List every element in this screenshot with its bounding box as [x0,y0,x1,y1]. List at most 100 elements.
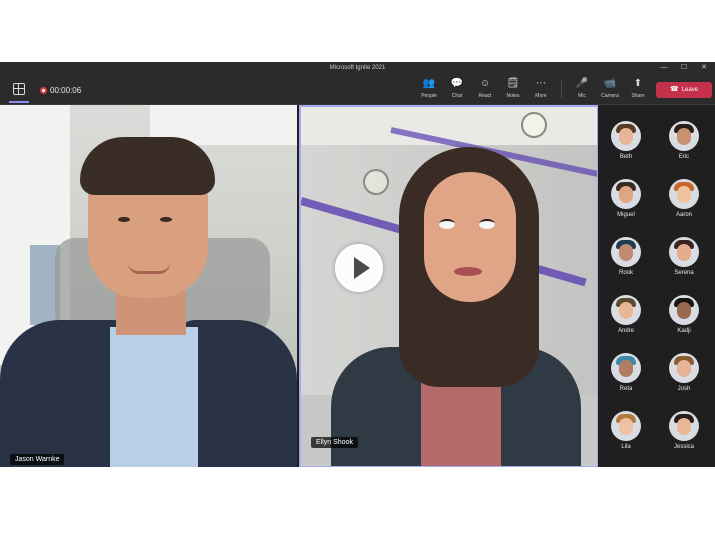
participant-name: Serena [674,270,694,276]
participant-name: Aaron [675,212,692,218]
chat-button[interactable]: 💬 Chat [443,78,471,104]
react-label: React [478,93,492,99]
participant-tile-andre[interactable]: Andre [601,291,651,341]
mic-icon: 🎤 [575,78,589,89]
avatar [611,121,641,151]
leave-button[interactable]: ☎ Leave [656,82,712,98]
person-shirt [110,327,198,467]
avatar-face [424,172,516,302]
participant-name: Rook [618,270,633,276]
avatar-face [677,186,691,203]
avatar [611,411,641,441]
participant-name: Jessica [673,444,694,450]
participant-tile-eric[interactable]: Eric [659,117,709,167]
title-bar: Microsoft Ignite 2021 — ☐ ✕ [0,62,715,74]
leave-label: Leave [681,87,699,93]
more-button[interactable]: ⋯ More [527,78,555,104]
participant-tile-aaron[interactable]: Aaron [659,175,709,225]
participant-tile-miguel[interactable]: Miguel [601,175,651,225]
avatar-eye-right [479,219,495,229]
participant-name-tag: Ellyn Shook [311,437,358,448]
participant-tile-rook[interactable]: Rook [601,233,651,283]
more-icon: ⋯ [536,78,546,89]
avatar-face [677,360,691,377]
participant-name: Kadji [677,328,691,334]
minimize-icon[interactable]: — [659,62,669,74]
person-mouth [128,263,170,274]
close-icon[interactable]: ✕ [699,62,709,74]
grid-icon-line-vertical [18,83,19,95]
avatar-lips [454,267,482,276]
layout-grid-button[interactable] [12,82,26,96]
person-hair [80,137,215,195]
mic-label: Mic [578,93,586,99]
participant-name: Reta [619,386,633,392]
avatar [669,353,699,383]
phone-hangup-icon: ☎ [669,86,679,93]
participant-name: Josh [677,386,691,392]
chat-icon: 💬 [450,78,464,89]
react-button[interactable]: ☺ React [471,78,499,104]
mic-button[interactable]: 🎤 Mic [568,78,596,104]
active-view-indicator [9,101,29,103]
avatar [669,237,699,267]
avatar-face [677,302,691,319]
toolbar-divider [561,80,562,98]
camera-label: Camera [601,93,619,99]
participant-tile-josh[interactable]: Josh [659,349,709,399]
participant-tile-serena[interactable]: Serena [659,233,709,283]
people-label: People [421,93,437,99]
avatar-eye-left [439,219,455,229]
grid-icon-line-horizontal [13,88,25,89]
person-eye-right [160,217,172,222]
avatar [611,179,641,209]
avatar-face [677,418,691,435]
participant-tile-jessica[interactable]: Jessica [659,407,709,457]
avatar [611,353,641,383]
avatar [669,179,699,209]
camera-button[interactable]: 📹 Camera [596,78,624,104]
share-label: Share [631,93,645,99]
window-title: Microsoft Ignite 2021 [329,65,386,71]
avatar [611,295,641,325]
avatar-face [677,128,691,145]
people-button[interactable]: 👥 People [415,78,443,104]
avatar-face [619,302,633,319]
window-controls: — ☐ ✕ [659,62,709,74]
people-icon: 👥 [422,78,436,89]
participant-tile-kadji[interactable]: Kadji [659,291,709,341]
meeting-toolbar: 00:00:06 👥 People 💬 Chat ☺ React 🗒 Notes… [0,74,715,105]
participants-gallery: Beth Eric Miguel Aaron Rook Serena Andre Kadji R… [598,105,715,467]
avatar [669,295,699,325]
react-icon: ☺ [479,78,491,89]
avatar-face [619,244,633,261]
avatar-face [619,418,633,435]
participant-name: Lila [621,444,631,450]
camera-icon: 📹 [603,78,617,89]
video-tile-ellyn-shook[interactable]: Ellyn Shook [299,105,599,467]
recording-indicator: 00:00:06 [40,84,81,96]
participant-name-tag: Jason Warnke [10,454,65,465]
share-button[interactable]: ⬆ Share [624,78,652,104]
record-icon [40,86,47,94]
avatar [669,121,699,151]
participant-name: Eric [678,154,690,160]
video-tile-jason-warnke[interactable]: Jason Warnke [0,105,297,467]
participant-tile-lila[interactable]: Lila [601,407,651,457]
participant-tile-beth[interactable]: Beth [601,117,651,167]
notes-button[interactable]: 🗒 Notes [499,78,527,104]
maximize-icon[interactable]: ☐ [679,62,689,74]
avatar-face [677,244,691,261]
notes-label: Notes [506,93,520,99]
grid-icon [13,83,25,95]
participant-tile-reta[interactable]: Reta [601,349,651,399]
avatar-face [619,186,633,203]
avatar-face [619,128,633,145]
avatar-face [619,360,633,377]
more-label: More [535,93,547,99]
play-icon [354,257,370,279]
avatar [611,237,641,267]
participant-name: Andre [617,328,634,334]
toolbar-actions: 👥 People 💬 Chat ☺ React 🗒 Notes ⋯ More � [415,78,652,104]
play-button[interactable] [335,244,383,292]
